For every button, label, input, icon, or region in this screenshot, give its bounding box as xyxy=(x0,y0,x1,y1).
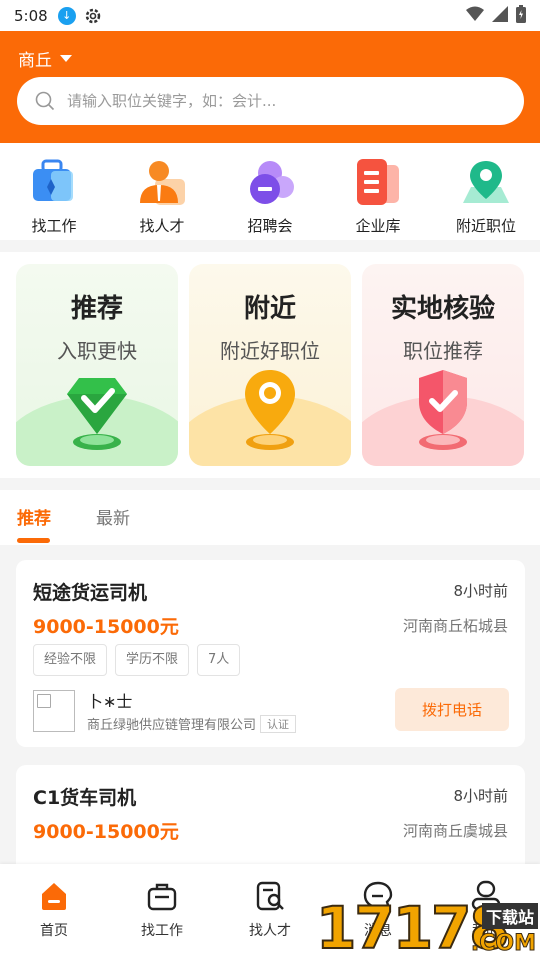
quick-item-find-talent[interactable]: 找人才 xyxy=(108,143,216,240)
feature-cards: 推荐 入职更快 附近 附近好职位 实地核验 职位推荐 xyxy=(0,252,540,478)
location-pin-icon xyxy=(245,370,295,450)
job-location: 河南商丘虞城县 xyxy=(402,822,508,840)
battery-icon xyxy=(516,4,526,27)
diamond-check-icon xyxy=(67,378,127,450)
contact-name: 卜∗士 xyxy=(87,692,133,711)
feature-card-verified[interactable]: 实地核验 职位推荐 xyxy=(362,264,524,466)
job-tag: 学历不限 xyxy=(115,644,190,676)
search-person-icon xyxy=(256,881,284,911)
job-title: C1货车司机 xyxy=(33,787,137,809)
header: 商丘 xyxy=(0,31,540,143)
feature-subtitle: 入职更快 xyxy=(57,339,137,363)
search-input[interactable] xyxy=(67,92,487,110)
company-name: 商丘绿驰供应链管理有限公司 xyxy=(87,718,257,733)
quick-item-label: 招聘会 xyxy=(247,217,293,235)
shield-check-icon xyxy=(419,370,467,450)
home-icon xyxy=(42,883,66,910)
job-time: 8小时前 xyxy=(453,582,508,600)
job-tag: 7人 xyxy=(197,644,241,676)
search-bar[interactable] xyxy=(17,77,524,125)
job-salary: 9000-15000元 xyxy=(33,616,179,638)
quick-item-label: 找人才 xyxy=(139,217,185,235)
job-location: 河南商丘柘城县 xyxy=(402,617,508,635)
job-fair-icon xyxy=(250,161,294,204)
tab-latest[interactable]: 最新 xyxy=(96,504,130,529)
job-tags: 经验不限 学历不限 7人 xyxy=(33,644,241,676)
job-card[interactable]: 短途货运司机 8小时前 9000-15000元 河南商丘柘城县 经验不限 学历不… xyxy=(16,560,525,747)
job-title: 短途货运司机 xyxy=(33,582,148,604)
company-library-icon xyxy=(357,159,399,205)
job-tabs: 推荐 最新 xyxy=(0,490,540,545)
wifi-icon xyxy=(466,6,484,26)
job-salary: 9000-15000元 xyxy=(33,821,179,843)
company-logo xyxy=(33,689,75,732)
feature-title: 附近 xyxy=(243,294,296,324)
tab-indicator xyxy=(17,538,50,543)
signal-icon xyxy=(492,5,508,26)
quick-item-nearby-jobs[interactable]: 附近职位 xyxy=(432,143,540,240)
feature-card-nearby[interactable]: 附近 附近好职位 xyxy=(189,264,351,466)
settings-icon xyxy=(84,7,102,25)
tab-recommend[interactable]: 推荐 xyxy=(17,504,51,529)
person-icon xyxy=(140,161,185,205)
feature-subtitle: 附近好职位 xyxy=(220,339,320,363)
verified-badge: 认证 xyxy=(260,714,297,733)
status-time: 5:08 xyxy=(14,6,48,25)
quick-item-company-library[interactable]: 企业库 xyxy=(324,143,432,240)
nav-find-talent[interactable]: 找人才 xyxy=(216,864,324,960)
download-icon: ↓ xyxy=(57,6,76,25)
feature-card-recommend[interactable]: 推荐 入职更快 xyxy=(16,264,178,466)
map-pin-icon xyxy=(463,161,509,203)
quick-item-find-job[interactable]: 找工作 xyxy=(0,143,108,240)
feature-title: 实地核验 xyxy=(390,294,495,324)
job-time: 8小时前 xyxy=(453,787,508,805)
search-icon xyxy=(35,91,55,111)
company-info: 卜∗士 商丘绿驰供应链管理有限公司 认证 xyxy=(33,688,297,733)
call-button[interactable]: 拨打电话 xyxy=(395,688,509,731)
site-watermark: 17178 下载站 .COM xyxy=(315,896,540,960)
quick-item-label: 找工作 xyxy=(31,217,77,235)
city-label: 商丘 xyxy=(18,51,52,71)
quick-item-label: 企业库 xyxy=(355,217,401,235)
watermark-domain: .COM xyxy=(470,931,536,957)
nav-find-job[interactable]: 找工作 xyxy=(108,864,216,960)
watermark-text: 下载站 xyxy=(481,903,538,929)
quick-item-job-fair[interactable]: 招聘会 xyxy=(216,143,324,240)
nav-label: 首页 xyxy=(40,923,68,939)
job-tag: 经验不限 xyxy=(33,644,108,676)
city-selector[interactable]: 商丘 xyxy=(18,46,72,71)
quick-menu: 找工作 找人才 招聘会 企业库 附近职位 xyxy=(0,143,540,240)
briefcase-icon xyxy=(147,883,177,911)
caret-down-icon xyxy=(60,55,72,62)
feature-subtitle: 职位推荐 xyxy=(403,339,483,363)
nav-home[interactable]: 首页 xyxy=(0,864,108,960)
briefcase-icon xyxy=(33,159,73,201)
feature-title: 推荐 xyxy=(70,294,123,324)
status-bar: 5:08 ↓ xyxy=(0,0,540,31)
quick-item-label: 附近职位 xyxy=(455,217,516,235)
nav-label: 找工作 xyxy=(141,923,183,939)
nav-label: 找人才 xyxy=(249,923,291,939)
